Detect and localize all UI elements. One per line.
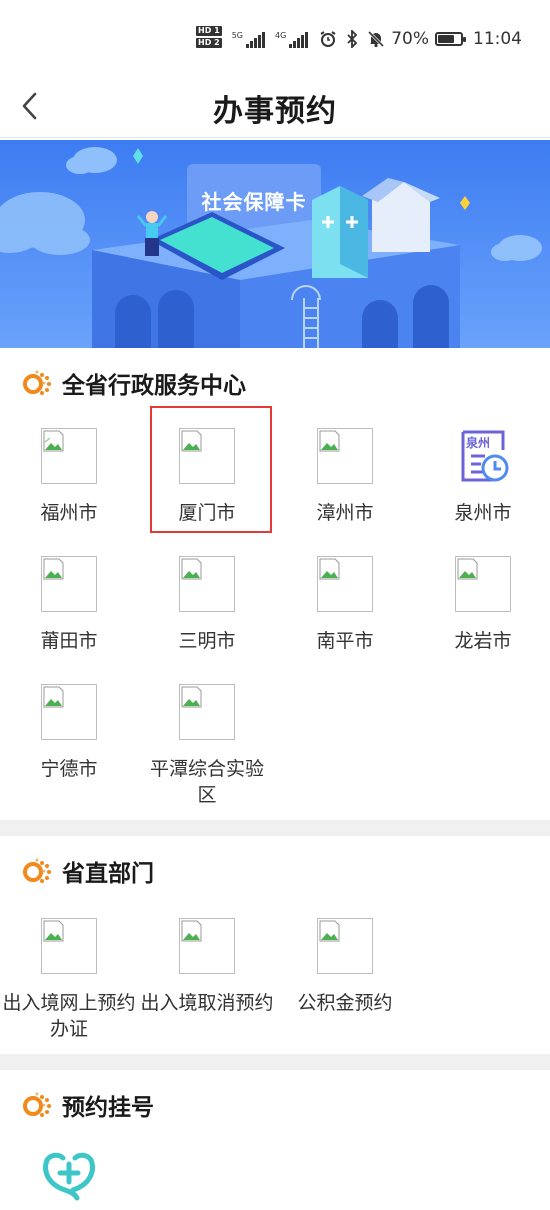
section-logo-icon (23, 1092, 51, 1117)
item-label: 福州市 (40, 502, 98, 524)
item-label: 出入境网上预约办证 (2, 992, 136, 1040)
city-item-pingtan[interactable]: 平潭综合实验区 (138, 684, 276, 808)
item-label: 宁德市 (40, 758, 98, 780)
broken-image-icon (317, 918, 373, 974)
dept-item-exit-entry-cancel[interactable]: 出入境取消预约 (138, 918, 276, 1016)
battery-icon (435, 32, 466, 46)
city-item-quanzhou[interactable]: 泉州 泉州市 (414, 428, 550, 526)
item-label: 漳州市 (316, 502, 374, 524)
status-bar: HD 1 HD 2 5G 4G 70% 11:04 (0, 0, 550, 80)
item-label: 公积金预约 (297, 992, 393, 1014)
broken-image-icon (41, 428, 97, 484)
bluetooth-icon (343, 30, 361, 48)
broken-image-icon (179, 918, 235, 974)
dept-item-exit-entry-online[interactable]: 出入境网上预约办证 (0, 918, 138, 1042)
alarm-icon (319, 30, 337, 48)
clock-time: 11:04 (473, 29, 522, 49)
city-item-putian[interactable]: 莆田市 (0, 556, 138, 654)
city-item-fuzhou[interactable]: 福州市 (0, 428, 138, 526)
page-title: 办事预约 (213, 94, 337, 129)
broken-image-icon (41, 684, 97, 740)
hd1-badge: HD 1 (196, 26, 222, 36)
city-item-longyan[interactable]: 龙岩市 (414, 556, 550, 654)
provincial-departments-section: 省直部门 出入境网上预约办证 出入境取消预约 公积金预约 (0, 836, 550, 1054)
registration-section: 预约挂号 (0, 1070, 550, 1210)
item-label: 南平市 (316, 630, 374, 652)
mute-bell-icon (367, 30, 385, 48)
broken-image-icon (179, 556, 235, 612)
city-item-sanming[interactable]: 三明市 (138, 556, 276, 654)
signal-5g-icon: 5G (232, 32, 265, 48)
stethoscope-icon (43, 1152, 95, 1201)
hospital-registration-item[interactable] (0, 1150, 138, 1202)
social-security-banner[interactable]: 社会保障卡 (0, 140, 550, 348)
selection-highlight (150, 406, 272, 533)
item-label: 平潭综合实验区 (149, 758, 264, 806)
banner-illustration (0, 140, 550, 348)
section-title-provincial-centers: 全省行政服务中心 (62, 373, 246, 399)
hd2-badge: HD 2 (196, 38, 222, 48)
nav-header: 办事预约 (0, 80, 550, 138)
broken-image-icon (317, 428, 373, 484)
section-title-departments: 省直部门 (62, 861, 154, 887)
item-label: 龙岩市 (454, 630, 512, 652)
signal-4g-icon: 4G (275, 32, 309, 48)
broken-image-icon (455, 556, 511, 612)
broken-image-icon (41, 556, 97, 612)
provincial-centers-section: 全省行政服务中心 福州市 厦门市 漳州市 泉州 泉州市 莆田市 三明市 南平市 … (0, 348, 550, 820)
section-divider (0, 820, 550, 836)
quanzhou-calendar-icon: 泉州 (455, 428, 511, 484)
item-label: 莆田市 (40, 630, 98, 652)
section-logo-icon (23, 858, 51, 883)
network-indicators: HD 1 HD 2 5G 4G (196, 26, 309, 48)
broken-image-icon (41, 918, 97, 974)
section-divider (0, 1054, 550, 1070)
broken-image-icon (179, 684, 235, 740)
item-label: 出入境取消预约 (140, 992, 274, 1014)
broken-image-icon (317, 556, 373, 612)
quanzhou-badge: 泉州 (466, 436, 491, 450)
city-item-ningde[interactable]: 宁德市 (0, 684, 138, 782)
banner-text: 社会保障卡 (201, 190, 307, 214)
section-logo-icon (23, 370, 51, 395)
dept-item-housing-fund[interactable]: 公积金预约 (276, 918, 414, 1016)
section-title-registration: 预约挂号 (62, 1095, 154, 1121)
city-item-zhangzhou[interactable]: 漳州市 (276, 428, 414, 526)
city-item-nanping[interactable]: 南平市 (276, 556, 414, 654)
item-label: 三明市 (178, 630, 236, 652)
item-label: 泉州市 (454, 502, 512, 524)
battery-percent: 70% (391, 29, 429, 49)
